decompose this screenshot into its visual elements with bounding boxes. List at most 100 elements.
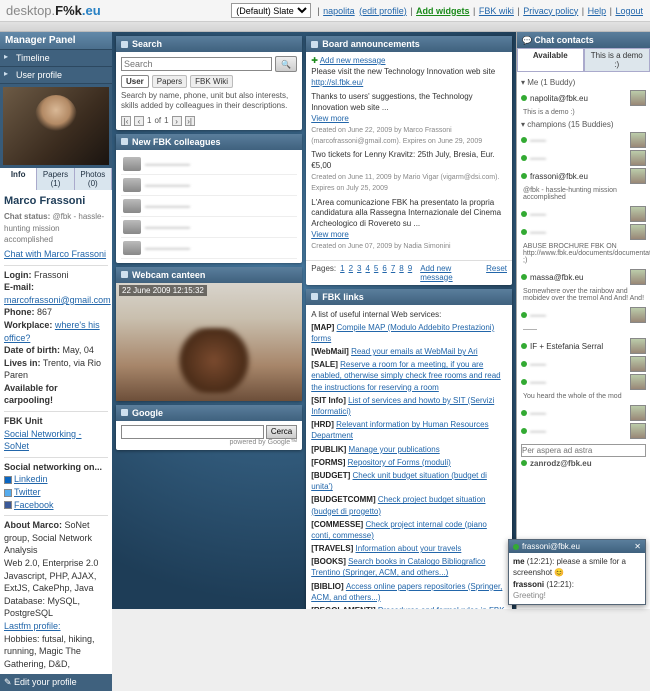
- links-tag: [SIT Info]: [311, 396, 348, 405]
- board-item-meta: Created on June 11, 2009 by Mario Vigar …: [311, 174, 499, 192]
- wiki-link[interactable]: FBK wiki: [479, 6, 514, 16]
- chat-contact[interactable]: ——: [521, 205, 646, 223]
- chat-contact[interactable]: frassoni@fbk.eu: [521, 167, 646, 185]
- links-widget: FBK links A list of useful internal Web …: [306, 289, 512, 609]
- sidebar-item-timeline[interactable]: Timeline: [0, 50, 112, 67]
- board-title[interactable]: Board announcements: [306, 36, 512, 52]
- pager-page[interactable]: 2: [349, 264, 353, 282]
- search-widget-title[interactable]: Search: [116, 36, 302, 52]
- pager-page[interactable]: 9: [408, 264, 412, 282]
- chat-tab-available[interactable]: Available: [517, 48, 584, 72]
- lastfm-link[interactable]: Lastfm profile:: [4, 621, 61, 631]
- chat-contact[interactable]: ——: [521, 404, 646, 422]
- search-tab-user[interactable]: User: [121, 75, 149, 88]
- colleague-item[interactable]: —————: [121, 238, 297, 259]
- chat-group-header[interactable]: Me (1 Buddy): [521, 78, 646, 87]
- links-link[interactable]: Manage your publications: [349, 445, 440, 454]
- chat-status-input[interactable]: [521, 444, 646, 457]
- colleague-item[interactable]: —————: [121, 175, 297, 196]
- board-add-link[interactable]: Add new message: [320, 56, 386, 65]
- pager-page[interactable]: 5: [374, 264, 378, 282]
- board-item-link[interactable]: http://sl.fbk.eu/: [311, 78, 363, 87]
- search-input[interactable]: [121, 57, 272, 71]
- unit-link[interactable]: Social Networking - SoNet: [4, 429, 82, 452]
- edit-profile-link[interactable]: (edit profile): [359, 6, 407, 16]
- chat-group-header[interactable]: champions (15 Buddies): [521, 120, 646, 129]
- colleague-item[interactable]: —————: [121, 217, 297, 238]
- pager-prev-icon[interactable]: ‹: [134, 116, 144, 126]
- email-link[interactable]: marcofrassoni@gmail.com: [4, 295, 111, 305]
- links-link[interactable]: Repository of Forms (moduli): [348, 458, 451, 467]
- privacy-link[interactable]: Privacy policy: [523, 6, 578, 16]
- chat-contact[interactable]: ——: [521, 306, 646, 324]
- links-title[interactable]: FBK links: [306, 289, 512, 305]
- links-link[interactable]: Reserve a room for a meeting, if you are…: [311, 360, 500, 391]
- chat-contact[interactable]: ——: [521, 355, 646, 373]
- board-reset-link[interactable]: Reset: [486, 264, 507, 282]
- chat-contact[interactable]: napolita@fbk.eu: [521, 89, 646, 107]
- logout-link[interactable]: Logout: [615, 6, 643, 16]
- chat-column: Chat contacts Available This is a demo :…: [516, 32, 650, 609]
- links-item: [MAP] Compile MAP (Modulo Addebito Prest…: [311, 322, 507, 344]
- pager-page[interactable]: 1: [340, 264, 344, 282]
- edit-profile-button[interactable]: Edit your profile: [0, 674, 112, 691]
- links-item: [BUDGET] Check unit budget situation (bu…: [311, 470, 507, 492]
- search-button[interactable]: 🔍: [275, 56, 297, 72]
- tab-info[interactable]: Info: [0, 168, 37, 190]
- board-item-more[interactable]: View more: [311, 230, 349, 239]
- board-item-more[interactable]: View more: [311, 114, 349, 123]
- help-link[interactable]: Help: [588, 6, 607, 16]
- presence-dot-icon: [521, 173, 527, 179]
- pager-first-icon[interactable]: |‹: [121, 116, 131, 126]
- search-tab-papers[interactable]: Papers: [152, 75, 187, 88]
- tab-photos[interactable]: Photos (0): [75, 168, 112, 190]
- search-widget: Search 🔍 User Papers FBK Wiki Search by …: [116, 36, 302, 130]
- chat-contact[interactable]: IF + Estefania Serral: [521, 337, 646, 355]
- webcam-title[interactable]: Webcam canteen: [116, 267, 302, 283]
- search-tab-wiki[interactable]: FBK Wiki: [190, 75, 233, 88]
- colleague-item[interactable]: —————: [121, 154, 297, 175]
- chat-contact[interactable]: ——: [521, 373, 646, 391]
- facebook-link[interactable]: Facebook: [14, 500, 54, 510]
- sidebar-item-user-profile[interactable]: User profile: [0, 67, 112, 84]
- pager-page[interactable]: 6: [382, 264, 386, 282]
- pager-page[interactable]: 4: [365, 264, 369, 282]
- chat-contact[interactable]: ——: [521, 422, 646, 440]
- pager-page[interactable]: 3: [357, 264, 361, 282]
- google-title[interactable]: Google: [116, 405, 302, 421]
- links-link[interactable]: Read your emails at WebMail by Ari: [351, 347, 478, 356]
- chat-contact[interactable]: ——: [521, 149, 646, 167]
- chat-contact[interactable]: ——: [521, 131, 646, 149]
- twitter-link[interactable]: Twitter: [14, 487, 41, 497]
- chat-with-link[interactable]: Chat with Marco Frassoni: [4, 249, 106, 259]
- links-link[interactable]: Information about your travels: [356, 544, 462, 553]
- chat-tab-demo[interactable]: This is a demo :): [584, 48, 650, 72]
- user-link[interactable]: napolita: [323, 6, 355, 16]
- search-pager: |‹ ‹ 1 of 1 › ›|: [121, 116, 297, 126]
- links-link[interactable]: Relevant information by Human Resources …: [311, 420, 488, 440]
- skin-select[interactable]: (Default) Slate: [231, 3, 311, 18]
- colleagues-title[interactable]: New FBK colleagues: [116, 134, 302, 150]
- pager-next-icon[interactable]: ›: [172, 116, 182, 126]
- chat-title[interactable]: Chat contacts: [517, 32, 650, 48]
- chat-contact[interactable]: massa@fbk.eu: [521, 268, 646, 286]
- facebook-icon: [4, 501, 12, 509]
- pager-page[interactable]: 8: [399, 264, 403, 282]
- chat-popup-header[interactable]: frassoni@fbk.eu ✕: [509, 540, 645, 553]
- add-widgets-link[interactable]: Add widgets: [416, 6, 470, 16]
- colleague-item[interactable]: —————: [121, 196, 297, 217]
- links-tag: [COMMESSE]: [311, 520, 365, 529]
- board-add-link-bottom[interactable]: Add new message: [420, 264, 452, 282]
- presence-dot-icon: [521, 428, 527, 434]
- status-label: Chat status:: [4, 212, 50, 221]
- pager-page[interactable]: 7: [391, 264, 395, 282]
- tab-papers[interactable]: Papers (1): [37, 168, 74, 190]
- links-link[interactable]: Compile MAP (Modulo Addebito Prestazioni…: [311, 323, 494, 343]
- linkedin-link[interactable]: Linkedin: [14, 474, 48, 484]
- google-search-button[interactable]: Cerca: [266, 425, 297, 439]
- pager-last-icon[interactable]: ›|: [185, 116, 195, 126]
- chat-popup: frassoni@fbk.eu ✕ me (12:21): please a s…: [508, 539, 646, 605]
- chat-contact[interactable]: ——: [521, 223, 646, 241]
- chat-popup-close-icon[interactable]: ✕: [634, 542, 641, 551]
- google-search-input[interactable]: [121, 425, 264, 439]
